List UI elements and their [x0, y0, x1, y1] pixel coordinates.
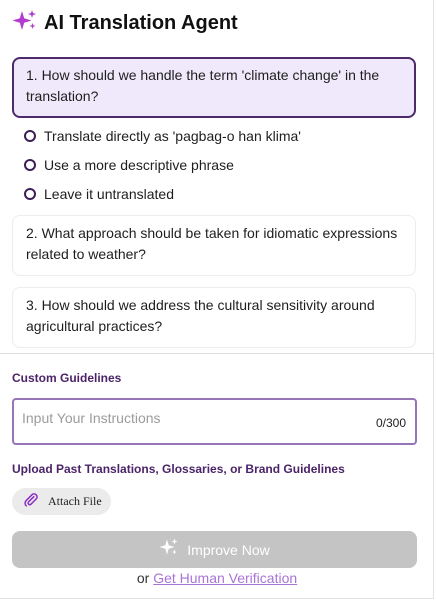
option-leave-untranslated[interactable]: Leave it untranslated — [24, 184, 174, 204]
paperclip-icon — [23, 492, 38, 512]
radio-button[interactable] — [24, 159, 36, 171]
attach-file-button[interactable]: Attach File — [12, 488, 111, 515]
footer-prefix: or — [136, 570, 150, 586]
question-card-2[interactable]: 2. What approach should be taken for idi… — [12, 215, 416, 276]
custom-guidelines-label: Custom Guidelines — [12, 371, 122, 385]
attach-file-label: Attach File — [48, 494, 102, 508]
question-text: 1. How should we handle the term 'climat… — [26, 67, 380, 104]
question-card-1[interactable]: 1. How should we handle the term 'climat… — [12, 57, 416, 118]
translation-agent-panel: AI Translation Agent 1. How should we ha… — [0, 0, 434, 599]
panel-header: AI Translation Agent — [12, 8, 238, 38]
improve-now-button[interactable]: Improve Now — [12, 531, 417, 568]
option-label: Leave it untranslated — [44, 186, 174, 202]
option-descriptive-phrase[interactable]: Use a more descriptive phrase — [24, 155, 234, 175]
question-card-3[interactable]: 3. How should we address the cultural se… — [12, 287, 416, 348]
option-translate-directly[interactable]: Translate directly as 'pagbag-o han klim… — [24, 126, 301, 146]
radio-button[interactable] — [24, 130, 36, 142]
sparkles-icon — [159, 537, 179, 562]
upload-label: Upload Past Translations, Glossaries, or… — [12, 462, 345, 476]
improve-now-label: Improve Now — [187, 541, 270, 558]
footer-line: or Get Human Verification — [0, 570, 434, 586]
sparkles-icon — [12, 8, 38, 39]
option-label: Use a more descriptive phrase — [44, 157, 234, 173]
question-text: 2. What approach should be taken for idi… — [26, 225, 398, 262]
radio-button[interactable] — [24, 188, 36, 200]
section-divider — [0, 353, 434, 354]
human-verification-link[interactable]: Get Human Verification — [153, 570, 297, 586]
instructions-field[interactable]: 0/300 — [12, 398, 417, 445]
page-title: AI Translation Agent — [44, 11, 238, 34]
character-counter: 0/300 — [375, 416, 406, 430]
option-label: Translate directly as 'pagbag-o han klim… — [44, 128, 301, 144]
question-text: 3. How should we address the cultural se… — [26, 297, 375, 334]
instructions-input[interactable] — [22, 408, 362, 428]
